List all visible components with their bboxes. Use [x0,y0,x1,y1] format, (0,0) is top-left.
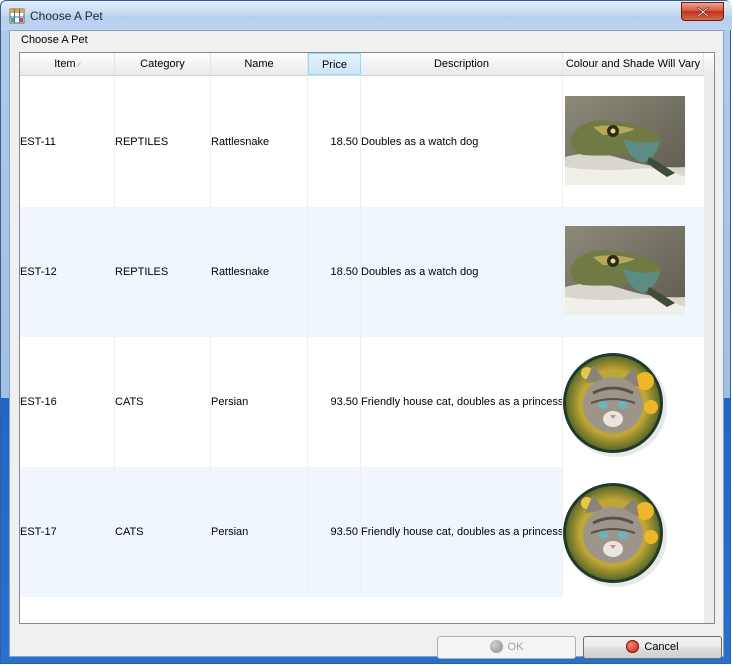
cancel-button-label: Cancel [644,641,679,653]
column-header-image[interactable]: Colour and Shade Will Vary [563,53,704,75]
panel-label: Choose A Pet [21,34,88,46]
sort-indicator-icon: ⁄ [78,62,80,69]
category-cell: CATS [115,337,211,467]
price-cell: 18.50 [308,77,361,207]
pet-table[interactable]: Item ⁄ Category Name Price Description Co… [19,52,715,624]
column-header-name[interactable]: Name [211,53,308,75]
item-cell: EST-17 [20,467,115,597]
name-cell: Rattlesnake [211,77,308,207]
column-header-price[interactable]: Price [308,53,361,75]
column-label: Item [54,58,76,70]
dialog-content: Choose A Pet Item ⁄ Category Name Price D… [9,30,724,659]
name-cell: Persian [211,337,308,467]
close-button[interactable] [681,2,724,21]
description-cell: Friendly house cat, doubles as a princes… [361,337,563,467]
kitten-image [563,467,704,597]
table-row[interactable]: EST-16 CATS Persian 93.50 Friendly house… [20,337,704,467]
kitten-image [563,337,704,467]
category-cell: REPTILES [115,207,211,337]
table-row[interactable]: EST-12 REPTILES Rattlesnake 18.50 Double… [20,207,704,337]
item-cell: EST-12 [20,207,115,337]
description-cell: Doubles as a watch dog [361,207,563,337]
column-header-description[interactable]: Description [361,53,563,75]
price-cell: 93.50 [308,337,361,467]
table-row[interactable]: EST-11 REPTILES Rattlesnake 18.50 Double… [20,77,704,207]
price-cell: 18.50 [308,207,361,337]
column-header-category[interactable]: Category [115,53,211,75]
cancel-button[interactable]: Cancel [583,636,722,659]
column-header-item[interactable]: Item ⁄ [20,53,115,75]
title-bar[interactable]: Choose A Pet [1,1,732,30]
category-cell: REPTILES [115,77,211,207]
description-cell: Friendly house cat, doubles as a princes… [361,467,563,597]
close-icon [697,7,709,17]
dialog-window: Choose A Pet Choose A Pet Item ⁄ Category… [0,0,732,664]
gray-circle-icon [489,640,503,653]
category-cell: CATS [115,467,211,597]
lizard-image [563,77,704,207]
price-cell: 93.50 [308,467,361,597]
table-header: Item ⁄ Category Name Price Description Co… [20,53,714,76]
name-cell: Persian [211,467,308,597]
item-cell: EST-16 [20,337,115,467]
table-grid-icon [9,8,25,24]
window-title: Choose A Pet [30,9,103,23]
ok-button[interactable]: OK [437,636,576,659]
name-cell: Rattlesnake [211,207,308,337]
lizard-image [563,207,704,337]
description-cell: Doubles as a watch dog [361,77,563,207]
vertical-scrollbar[interactable] [704,75,714,623]
table-row[interactable]: EST-17 CATS Persian 93.50 Friendly house… [20,467,704,597]
ok-button-label: OK [507,641,524,653]
item-cell: EST-11 [20,77,115,207]
red-circle-icon [626,640,640,653]
